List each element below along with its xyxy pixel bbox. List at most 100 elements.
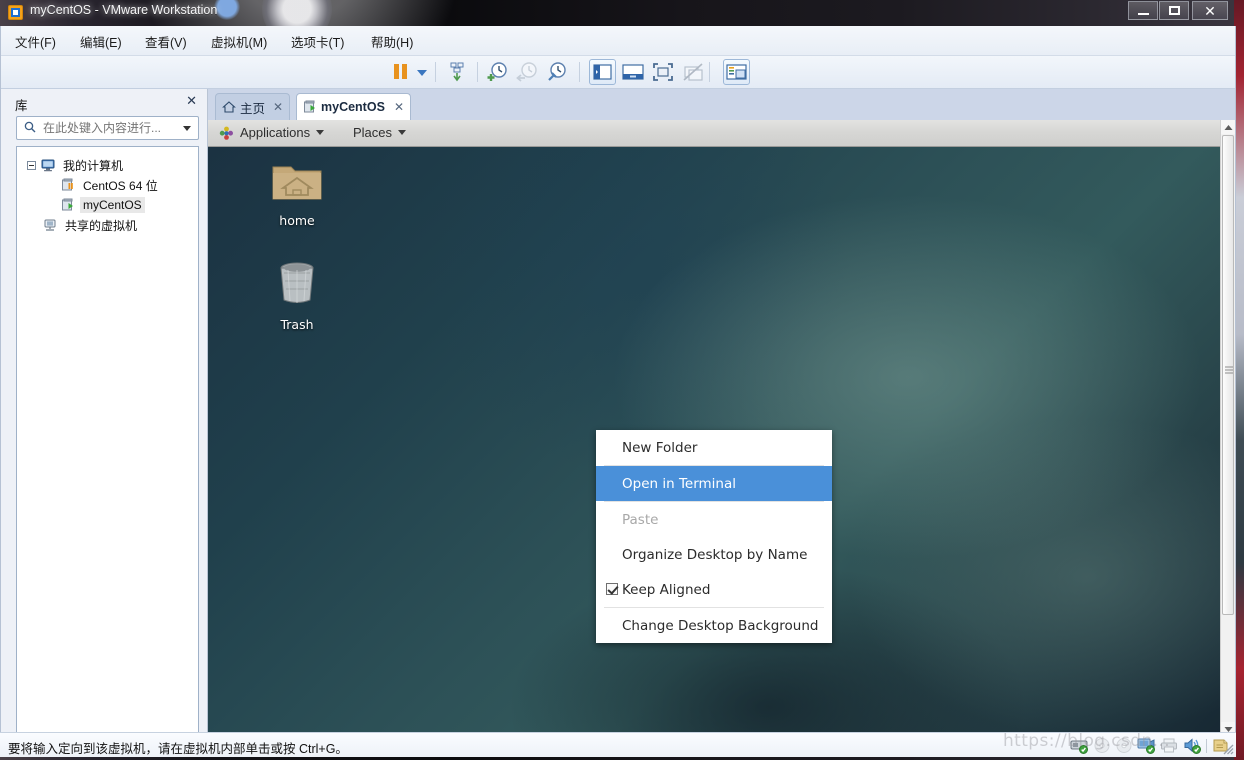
search-box[interactable] <box>16 116 199 140</box>
hard-disk-icon[interactable] <box>1070 737 1089 754</box>
collapse-expander-icon[interactable] <box>27 160 36 170</box>
status-device-icons <box>1070 736 1230 755</box>
tree-item-label: 我的计算机 <box>63 158 124 173</box>
status-separator <box>1206 738 1207 753</box>
cd-dvd-drive-2-icon[interactable] <box>1115 737 1133 754</box>
tab-mycentos[interactable]: myCentOS ✕ <box>296 93 411 120</box>
menu-tabs[interactable]: 选项卡(T) <box>291 32 344 51</box>
tree-item-shared-vms[interactable]: 共享的虚拟机 <box>43 215 140 235</box>
toolbar-separator <box>477 62 478 82</box>
trash-icon <box>280 262 314 303</box>
vm-running-icon <box>304 100 315 113</box>
close-icon[interactable]: ✕ <box>394 100 404 114</box>
sound-card-icon[interactable] <box>1183 737 1202 754</box>
chevron-down-icon[interactable] <box>413 60 431 84</box>
window-title: myCentOS - VMware Workstation <box>30 3 218 17</box>
snapshot-revert-icon <box>515 60 539 84</box>
vertical-scrollbar-thumb[interactable] <box>1222 135 1234 615</box>
tab-label: 主页 <box>240 101 266 116</box>
vm-running-icon <box>62 198 73 211</box>
vmware-logo-icon <box>8 5 23 20</box>
home-folder-icon <box>272 166 322 200</box>
printer-icon[interactable] <box>1160 737 1179 754</box>
library-title: 库 <box>15 99 28 113</box>
gnome-top-panel: Applications Places <box>208 120 1220 147</box>
tree-item-label: CentOS 64 位 <box>83 178 158 193</box>
desktop-context-menu[interactable]: New Folder Open in Terminal Paste Organi… <box>596 430 832 643</box>
tab-home[interactable]: 主页 ✕ <box>215 93 290 120</box>
menu-item-keep-aligned[interactable]: Keep Aligned <box>596 572 832 607</box>
minimize-button[interactable] <box>1128 1 1158 20</box>
menu-item-label: New Folder <box>622 439 698 456</box>
menu-item-label: Organize Desktop by Name <box>622 546 808 563</box>
chevron-down-icon <box>398 130 407 135</box>
snapshot-add-icon[interactable] <box>485 60 509 84</box>
toolbar <box>1 56 1235 89</box>
menu-item-paste: Paste <box>596 502 832 537</box>
desktop-icon-trash[interactable]: Trash <box>257 259 337 332</box>
network-adapter-icon[interactable] <box>1137 737 1156 754</box>
thumbnail-bar-icon[interactable] <box>620 60 646 84</box>
menu-edit[interactable]: 编辑(E) <box>80 32 122 51</box>
menu-bar: 文件(F) 编辑(E) 查看(V) 虚拟机(M) 选项卡(T) 帮助(H) <box>1 26 1235 56</box>
menu-vm[interactable]: 虚拟机(M) <box>211 32 267 51</box>
desktop-icon-home[interactable]: home <box>257 159 337 228</box>
status-message: 要将输入定向到该虚拟机，请在虚拟机内部单击或按 Ctrl+G。 <box>8 742 348 756</box>
menu-item-label: Open in Terminal <box>622 475 736 492</box>
checkbox-checked-icon[interactable] <box>606 583 618 595</box>
library-panel-icon[interactable] <box>589 59 616 85</box>
menu-item-label: Paste <box>622 511 659 528</box>
chevron-down-icon <box>316 130 325 135</box>
vmware-workstation-window: myCentOS - VMware Workstation ✕ 文件(F) 编辑… <box>0 0 1236 758</box>
menu-view[interactable]: 查看(V) <box>145 32 187 51</box>
search-input[interactable] <box>43 121 173 135</box>
menu-item-organize-desktop[interactable]: Organize Desktop by Name <box>596 537 832 572</box>
computer-icon <box>41 159 55 172</box>
menu-item-change-background[interactable]: Change Desktop Background <box>596 608 832 643</box>
unity-mode-icon <box>680 60 706 84</box>
window-titlebar[interactable]: myCentOS - VMware Workstation ✕ <box>0 0 1236 26</box>
close-button[interactable]: ✕ <box>1192 1 1228 20</box>
close-icon[interactable]: ✕ <box>186 93 197 109</box>
snapshot-manage-icon[interactable] <box>545 60 569 84</box>
menu-item-open-in-terminal[interactable]: Open in Terminal <box>596 466 832 501</box>
resize-grip-icon[interactable] <box>1221 742 1234 755</box>
send-keys-icon[interactable] <box>445 60 469 84</box>
vm-powered-off-icon <box>62 178 73 191</box>
toolbar-separator <box>435 62 436 82</box>
home-icon <box>222 101 236 113</box>
window-client-area: 文件(F) 编辑(E) 查看(V) 虚拟机(M) 选项卡(T) 帮助(H) 库 … <box>0 26 1236 757</box>
vm-console-pane: 主页 ✕ myCentOS ✕ Applications Places home… <box>208 89 1235 757</box>
panel-menu-applications[interactable]: Applications <box>240 125 325 140</box>
maximize-button[interactable] <box>1159 1 1189 20</box>
search-icon <box>24 121 36 133</box>
console-view-icon[interactable] <box>723 59 750 85</box>
close-icon[interactable]: ✕ <box>273 100 283 114</box>
chevron-down-icon[interactable] <box>183 126 191 131</box>
caret-up-icon[interactable] <box>1221 120 1235 134</box>
gnome-desktop[interactable]: home Trash New Folder Open in Terminal P… <box>208 147 1220 736</box>
menu-file[interactable]: 文件(F) <box>15 32 56 51</box>
tree-item-mycentos[interactable]: myCentOS <box>61 195 145 215</box>
desktop-icon-label: Trash <box>280 317 314 332</box>
tree-item-my-computer[interactable]: 我的计算机 <box>27 155 126 175</box>
tab-label: myCentOS <box>321 100 385 114</box>
status-bar: 要将输入定向到该虚拟机，请在虚拟机内部单击或按 Ctrl+G。 <box>0 732 1236 757</box>
panel-menu-places[interactable]: Places <box>353 125 407 140</box>
tree-item-centos64[interactable]: CentOS 64 位 <box>61 175 161 195</box>
toolbar-separator <box>709 62 710 82</box>
tree-item-label: myCentOS <box>80 197 145 213</box>
vertical-scrollbar[interactable] <box>1220 120 1235 736</box>
fullscreen-icon[interactable] <box>650 60 676 84</box>
vm-library-tree[interactable]: 我的计算机 CentOS 64 位 myCentOS 共享的虚拟机 <box>16 146 199 750</box>
pause-icon[interactable] <box>391 60 411 84</box>
toolbar-separator <box>579 62 580 82</box>
panel-menu-label: Applications <box>240 125 311 140</box>
menu-item-label: Change Desktop Background <box>622 617 819 634</box>
cd-dvd-drive-1-icon[interactable] <box>1093 737 1111 754</box>
menu-help[interactable]: 帮助(H) <box>371 32 413 51</box>
menu-item-new-folder[interactable]: New Folder <box>596 430 832 465</box>
gnome-foot-icon <box>219 126 233 140</box>
tree-item-label: 共享的虚拟机 <box>65 218 138 233</box>
guest-os-screen[interactable]: Applications Places home Trash New Folde… <box>208 120 1220 736</box>
